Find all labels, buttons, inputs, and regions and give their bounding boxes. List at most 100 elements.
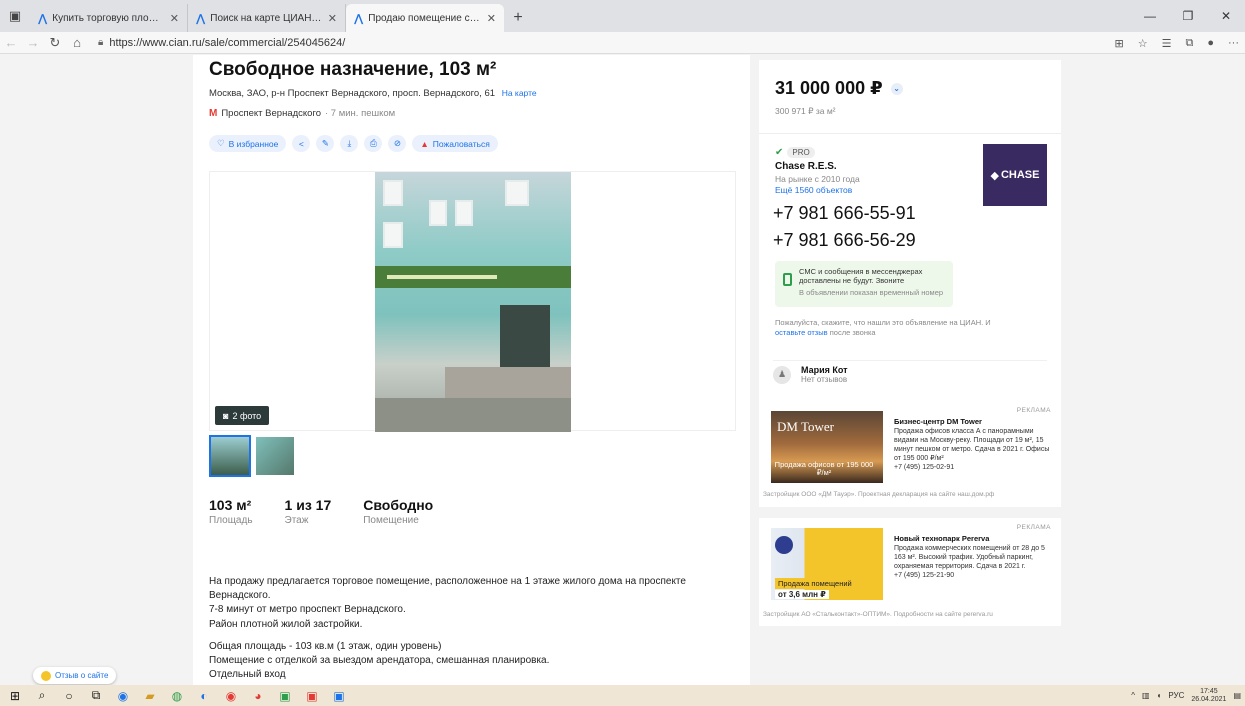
main-photo[interactable] — [375, 172, 571, 432]
metro-walk-time: · 7 мин. пешком — [324, 108, 396, 119]
profile-icon[interactable]: ● — [1207, 37, 1214, 49]
on-map-link[interactable]: На карте — [502, 88, 537, 98]
back-icon[interactable]: ← — [0, 35, 22, 50]
favorite-button[interactable]: ♡ В избранное — [209, 135, 287, 152]
agent-reviews: Нет отзывов — [801, 375, 848, 384]
tab-close-icon[interactable]: ✕ — [487, 12, 496, 25]
maximize-icon[interactable]: ❐ — [1169, 0, 1207, 32]
leave-review-link[interactable]: оставьте отзыв — [775, 328, 828, 337]
volume-icon[interactable]: ◖ — [1157, 691, 1162, 700]
price-chevron-icon[interactable]: ⌄ — [890, 82, 903, 95]
browser-tab[interactable]: ⋀ Поиск на карте ЦИАН в Моск ✕ — [188, 4, 346, 32]
thumbnail[interactable] — [209, 435, 251, 477]
app-icon[interactable]: ◉ — [111, 689, 135, 703]
lang-indicator[interactable]: РУС — [1168, 691, 1184, 700]
os-taskbar: ⊞ ⌕ ○ ⧉ ◉ ▰ ◍ ◐ ◉ ◕ ▣ ▣ ▣ ^ ▥ ◖ РУС 17:4… — [0, 685, 1245, 706]
word-icon[interactable]: ▣ — [327, 689, 351, 703]
price-per-meter: 300 971 ₽ за м² — [775, 106, 836, 116]
ground — [375, 398, 571, 432]
home-icon[interactable]: ⌂ — [66, 35, 88, 50]
stat-label: Помещение — [363, 515, 419, 526]
chrome-icon[interactable]: ◕ — [246, 689, 270, 703]
agency-name[interactable]: Chase R.E.S. — [775, 161, 837, 172]
favorites-list-icon[interactable]: ☰ — [1162, 37, 1172, 50]
metro-station[interactable]: Проспект Вернадского — [221, 108, 321, 119]
favorite-star-icon[interactable]: ☆ — [1138, 37, 1148, 50]
forward-icon[interactable]: → — [22, 35, 44, 50]
excel-icon[interactable]: ▣ — [273, 689, 297, 703]
tab-label: Продаю помещение свободно — [368, 12, 482, 24]
tab-close-icon[interactable]: ✕ — [328, 12, 337, 25]
stat-value: 1 из 17 — [284, 497, 332, 513]
more-objects-link[interactable]: Ещё 1560 объектов — [775, 185, 852, 195]
ad-description: Продажа коммерческих помещений от 28 до … — [894, 544, 1045, 570]
clock[interactable]: 17:45 26.04.2021 — [1191, 688, 1226, 703]
site-review-button[interactable]: Отзыв о сайте — [33, 667, 117, 684]
reload-icon[interactable]: ↻ — [44, 35, 66, 51]
hide-button[interactable]: ⊘ — [388, 135, 407, 152]
tab-actions-icon[interactable]: ▣ — [0, 0, 30, 32]
ad-title[interactable]: Новый технопарк Pererva — [894, 534, 1054, 544]
ad-phone[interactable]: +7 (495) 125-02-91 — [894, 463, 1054, 472]
ad-phone[interactable]: +7 (495) 125-21-90 — [894, 571, 1054, 580]
agency-logo[interactable]: ◆ CHASE — [983, 144, 1047, 206]
ad-description: Продажа офисов класса А с панорамными ви… — [894, 427, 1050, 463]
pdf-icon[interactable]: ▣ — [300, 689, 324, 703]
edit-button[interactable]: ✎ — [316, 135, 335, 152]
ad-image-caption: Продажа офисов от 195 000 ₽/м² — [774, 459, 874, 477]
task-view-icon[interactable]: ⧉ — [84, 688, 108, 703]
sms-line: доставлены не будут. Звоните — [799, 276, 905, 286]
store-door — [500, 305, 550, 375]
phone-number[interactable]: +7 981 666-56-29 — [773, 230, 916, 251]
agent-row[interactable]: ♟ Мария Кот Нет отзывов — [773, 360, 1047, 388]
ad-image[interactable]: DM Tower Продажа офисов от 195 000 ₽/м² — [771, 411, 883, 483]
photo-window — [383, 222, 403, 248]
ad-image[interactable]: Продажа помещений от 3,6 млн ₽ — [771, 528, 883, 600]
price: 31 000 000 ₽ — [775, 78, 883, 98]
share-button[interactable]: < — [292, 135, 311, 152]
yandex-icon[interactable]: ◉ — [219, 689, 243, 703]
cortana-icon[interactable]: ○ — [57, 689, 81, 703]
reader-icon[interactable]: ⊞ — [1115, 37, 1124, 50]
app-icon[interactable]: ◍ — [165, 689, 189, 703]
ad-block[interactable]: РЕКЛАМА DM Tower Продажа офисов от 195 0… — [759, 401, 1061, 507]
ad-title[interactable]: Бизнес-центр DM Tower — [894, 417, 1054, 427]
collections-icon[interactable]: ⧉ — [1185, 37, 1193, 50]
search-icon[interactable]: ⌕ — [30, 688, 54, 703]
photo-gallery[interactable] — [209, 171, 736, 432]
network-icon[interactable]: ▥ — [1142, 691, 1150, 700]
contact-card: 31 000 000 ₽ ⌄ 300 971 ₽ за м² ✔ PRO Cha… — [759, 60, 1061, 452]
browser-tab[interactable]: ⋀ Купить торговую площадь, пол ✕ — [30, 4, 188, 32]
thumbnail[interactable] — [254, 435, 296, 477]
browser-tab-active[interactable]: ⋀ Продаю помещение свободно ✕ — [346, 4, 504, 32]
ad-footer: Застройщик АО «Стальконтакт»-ОПТИМ». Под… — [763, 611, 993, 618]
listing-card: Свободное назначение, 103 м² Москва, ЗАО… — [193, 55, 750, 685]
minimize-icon[interactable]: — — [1131, 0, 1169, 32]
tray-arrow-icon[interactable]: ^ — [1131, 691, 1135, 700]
url-field[interactable]: 🔒︎ https://www.cian.ru/sale/commercial/2… — [98, 37, 345, 49]
tab-close-icon[interactable]: ✕ — [170, 12, 179, 25]
photo-count-badge[interactable]: ◙ 2 фото — [215, 406, 270, 425]
more-menu-icon[interactable]: ··· — [1228, 37, 1239, 49]
ad-image-title: DM Tower — [777, 419, 834, 434]
url-text: https://www.cian.ru/sale/commercial/2540… — [109, 36, 346, 49]
photo-thumbnails — [209, 435, 296, 477]
edge-icon[interactable]: ◐ — [192, 689, 216, 703]
download-button[interactable]: ⤓ — [340, 135, 359, 152]
close-window-icon[interactable]: ✕ — [1207, 0, 1245, 32]
listing-title: Свободное назначение, 103 м² — [209, 59, 497, 80]
stat-label: Площадь — [209, 515, 253, 526]
print-button[interactable]: ⎙ — [364, 135, 383, 152]
phone-number[interactable]: +7 981 666-55-91 — [773, 203, 916, 224]
favorite-label: В избранное — [228, 138, 279, 149]
tab-label: Поиск на карте ЦИАН в Моск — [210, 12, 323, 24]
new-tab-button[interactable]: + — [504, 4, 532, 32]
complain-button[interactable]: ▲ Пожаловаться — [412, 135, 498, 152]
notification-icon[interactable]: ▤ — [1233, 691, 1241, 700]
ad-block[interactable]: РЕКЛАМА Продажа помещений от 3,6 млн ₽ Н… — [759, 518, 1061, 626]
please-note: Пожалуйста, скажите, что нашли это объяв… — [775, 318, 1005, 338]
cian-favicon-icon: ⋀ — [196, 12, 206, 25]
file-explorer-icon[interactable]: ▰ — [138, 689, 162, 703]
windows-start-icon[interactable]: ⊞ — [3, 689, 27, 703]
description-line: Район плотной жилой застройки. — [209, 618, 363, 630]
